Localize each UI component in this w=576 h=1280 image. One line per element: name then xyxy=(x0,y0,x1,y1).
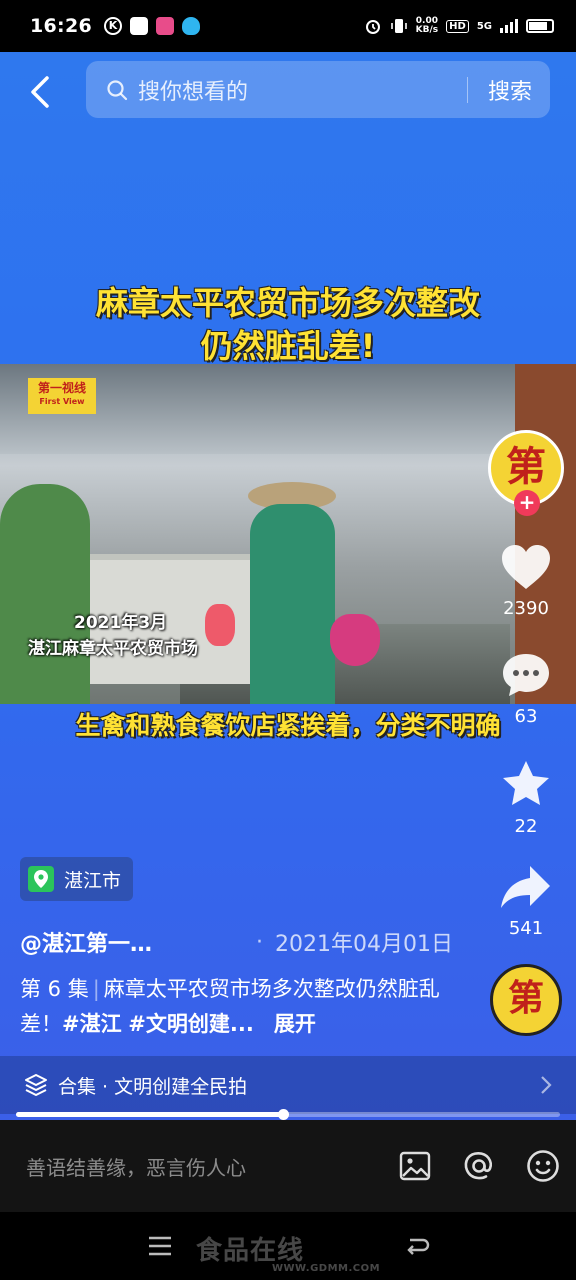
hashtag-zhanjiang[interactable]: #湛江 xyxy=(62,1012,122,1036)
image-button[interactable] xyxy=(398,1149,432,1183)
video-headline: 麻章太平农贸市场多次整改 仍然脏乱差! xyxy=(0,282,576,368)
chevron-left-icon xyxy=(31,76,49,108)
collection-bar[interactable]: 合集 · 文明创建全民拍 xyxy=(0,1056,576,1114)
mention-button[interactable] xyxy=(462,1149,496,1183)
emoji-button[interactable] xyxy=(526,1149,560,1183)
comment-input[interactable]: 善语结善缘，恶言伤人心 xyxy=(26,1152,368,1181)
search-button[interactable]: 搜索 xyxy=(488,74,532,106)
return-icon[interactable] xyxy=(404,1234,430,1256)
battery-icon xyxy=(526,19,554,33)
pink-bag xyxy=(330,614,380,666)
network-speed-unit: KB/s xyxy=(415,25,439,35)
hashtag-civilization[interactable]: #文明创建... xyxy=(128,1012,254,1036)
star-icon xyxy=(503,761,549,805)
shop-app-icon xyxy=(155,17,174,35)
author-avatar[interactable]: 第 + xyxy=(488,430,564,516)
watermark-text: 食品在线 xyxy=(196,1236,305,1266)
headline-line-2: 仍然脏乱差! xyxy=(200,327,376,365)
first-view-logo: 第一视线 First View xyxy=(28,378,96,414)
search-input[interactable]: 搜你想看的 xyxy=(138,74,467,106)
progress-handle[interactable] xyxy=(277,1109,289,1120)
hd-badge: HD xyxy=(446,19,469,33)
status-time: 16:26 xyxy=(30,15,92,37)
progress-bar[interactable] xyxy=(16,1109,560,1120)
comment-button[interactable]: 63 xyxy=(490,650,562,727)
search-icon xyxy=(107,79,128,100)
status-right: 0.00 KB/s HD 5G xyxy=(364,17,554,35)
location-tag[interactable]: 湛江市 xyxy=(20,857,134,901)
vibrate-icon xyxy=(390,19,407,33)
image-icon xyxy=(399,1151,431,1181)
k-app-icon: K xyxy=(103,17,122,35)
location-label: 湛江市 xyxy=(64,869,122,892)
back-button[interactable] xyxy=(22,74,58,110)
location-pin-icon xyxy=(28,866,54,892)
music-disc[interactable]: 第 xyxy=(490,964,562,1036)
logo-line-2: First View xyxy=(39,397,85,406)
like-count: 2390 xyxy=(503,598,549,619)
logo-line-1: 第一视线 xyxy=(37,381,86,395)
at-sign-icon xyxy=(464,1152,493,1180)
caption-date: 2021年3月 xyxy=(74,613,168,633)
expand-button[interactable]: 展开 xyxy=(274,1012,316,1036)
episode-separator: | xyxy=(92,977,100,1001)
caption-place: 湛江麻章太平农贸市场 xyxy=(28,639,198,659)
share-arrow-icon xyxy=(501,866,550,908)
share-count: 541 xyxy=(508,918,544,939)
post-description: 第 6 集 | 麻章太平农贸市场多次整改仍然脏乱差！#湛江 #文明创建... 展开 xyxy=(20,972,440,1042)
signal-icon xyxy=(500,19,518,33)
headline-line-1: 麻章太平农贸市场多次整改 xyxy=(95,284,480,322)
watermark: 食品在线 WWW.GDMM.COM xyxy=(196,1230,380,1274)
author-line: @湛江第一… · 2021年04月01日 xyxy=(20,926,453,958)
red-bag xyxy=(205,604,235,646)
chevron-right-icon xyxy=(541,1076,552,1094)
follow-button[interactable]: + xyxy=(514,490,540,516)
status-bar: 16:26 K 0.00 KB/s HD 5G xyxy=(0,0,576,52)
notification-icons: K xyxy=(103,17,200,35)
search-bar[interactable]: 搜你想看的 搜索 xyxy=(86,61,550,118)
network-type: 5G xyxy=(476,20,492,32)
post-date: 2021年04月01日 xyxy=(275,932,453,957)
video-player[interactable]: 搜你想看的 搜索 麻章太平农贸市场多次整改 仍然脏乱差! 第一视线 First … xyxy=(0,52,576,1120)
separator-dot: · xyxy=(256,929,264,955)
comment-count: 63 xyxy=(514,706,538,727)
layers-icon xyxy=(25,1074,47,1096)
watermark-url: WWW.GDMM.COM xyxy=(272,1263,381,1274)
network-speed: 0.00 KB/s xyxy=(416,17,438,35)
episode-label[interactable]: 第 6 集 xyxy=(20,977,89,1001)
collection-label: 合集 · 文明创建全民拍 xyxy=(58,1075,248,1098)
search-divider xyxy=(466,76,468,103)
alarm-icon xyxy=(365,20,380,34)
menu-icon[interactable] xyxy=(148,1236,172,1256)
person-center xyxy=(250,504,335,704)
video-caption: 2021年3月 湛江麻章太平农贸市场 xyxy=(28,610,198,662)
author-name[interactable]: @湛江第一… xyxy=(20,926,152,958)
share-button[interactable]: 541 xyxy=(490,862,562,939)
comment-icon xyxy=(503,654,549,696)
comment-bar: 善语结善缘，恶言伤人心 xyxy=(0,1120,576,1212)
favorite-button[interactable]: 22 xyxy=(490,758,562,837)
app-notification-icon xyxy=(129,17,148,35)
heart-icon xyxy=(502,545,550,589)
smiley-icon xyxy=(527,1150,559,1182)
progress-fill xyxy=(16,1112,283,1117)
system-nav-bar: 食品在线 WWW.GDMM.COM xyxy=(0,1212,576,1280)
favorite-count: 22 xyxy=(514,816,538,837)
qq-icon xyxy=(181,17,200,35)
person-left xyxy=(0,484,90,704)
like-button[interactable]: 2390 xyxy=(490,542,562,619)
